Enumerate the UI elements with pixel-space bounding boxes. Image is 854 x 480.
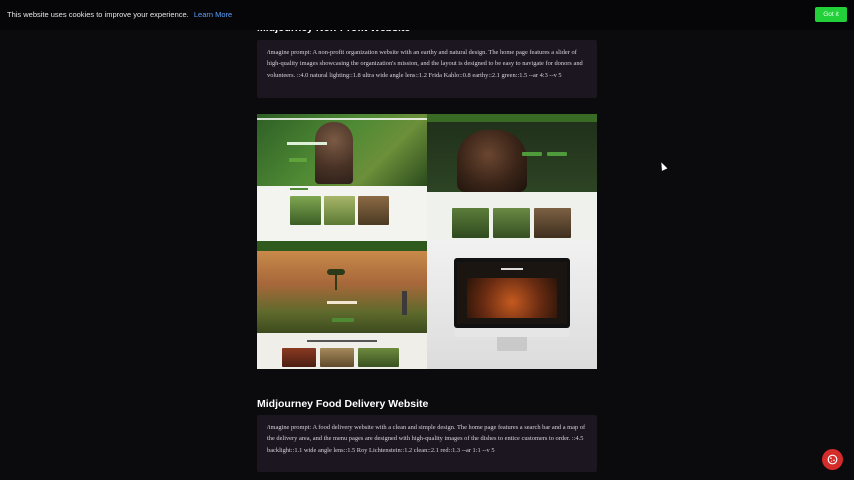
card-3 [534, 208, 571, 238]
cookie-message: This website uses cookies to improve you… [7, 10, 232, 19]
hero-cta [332, 318, 354, 322]
card-path [324, 196, 355, 225]
card-pattern [282, 348, 316, 367]
prompt-box-food-delivery: /imagine prompt: A food delivery website… [257, 415, 597, 472]
card-field [358, 348, 399, 367]
cookie-settings-button[interactable] [822, 449, 843, 470]
prompt-text-non-profit: /imagine prompt: A non-profit organizati… [267, 49, 583, 79]
mock-section-label [307, 340, 377, 342]
prompt-box-non-profit: /imagine prompt: A non-profit organizati… [257, 40, 597, 98]
person-figure [402, 291, 407, 315]
image-tile-2 [427, 114, 597, 241]
cookie-settings-icon [827, 454, 838, 465]
tree-trunk [335, 274, 337, 290]
mouse-cursor-icon [658, 161, 668, 171]
hero-cta-1 [522, 152, 542, 156]
card-forest [358, 196, 389, 225]
cookie-message-text: This website uses cookies to improve you… [7, 10, 189, 19]
prompt-text-food-delivery: /imagine prompt: A food delivery website… [267, 424, 586, 454]
hero-cta [289, 158, 307, 162]
cookie-banner: This website uses cookies to improve you… [0, 0, 854, 30]
image-tile-1 [257, 114, 427, 241]
screen-title [501, 268, 523, 270]
card-people [320, 348, 354, 367]
hero-cta-2 [547, 152, 567, 156]
screen-hero-image [467, 278, 557, 318]
monitor-chin [454, 328, 570, 337]
card-1 [452, 208, 489, 238]
image-tile-3 [257, 241, 427, 369]
monitor-stand [497, 337, 527, 351]
section-title-food-delivery: Midjourney Food Delivery Website [257, 398, 429, 410]
mock-section-label [290, 188, 308, 190]
mock-nav-line [257, 118, 427, 120]
learn-more-link[interactable]: Learn More [194, 10, 232, 19]
child-figure [315, 122, 353, 184]
card-2 [493, 208, 530, 238]
image-tile-4 [427, 241, 597, 369]
dog-figure [457, 130, 527, 192]
card-leaf [290, 196, 321, 225]
generated-image-grid [257, 114, 597, 369]
mock-nav [257, 241, 427, 251]
hero-heading [327, 301, 357, 304]
hero-heading [287, 142, 327, 145]
got-it-button[interactable]: Got it [815, 7, 847, 22]
monitor-frame [454, 258, 570, 328]
monitor-screen [457, 262, 567, 324]
mock-nav [427, 114, 597, 122]
